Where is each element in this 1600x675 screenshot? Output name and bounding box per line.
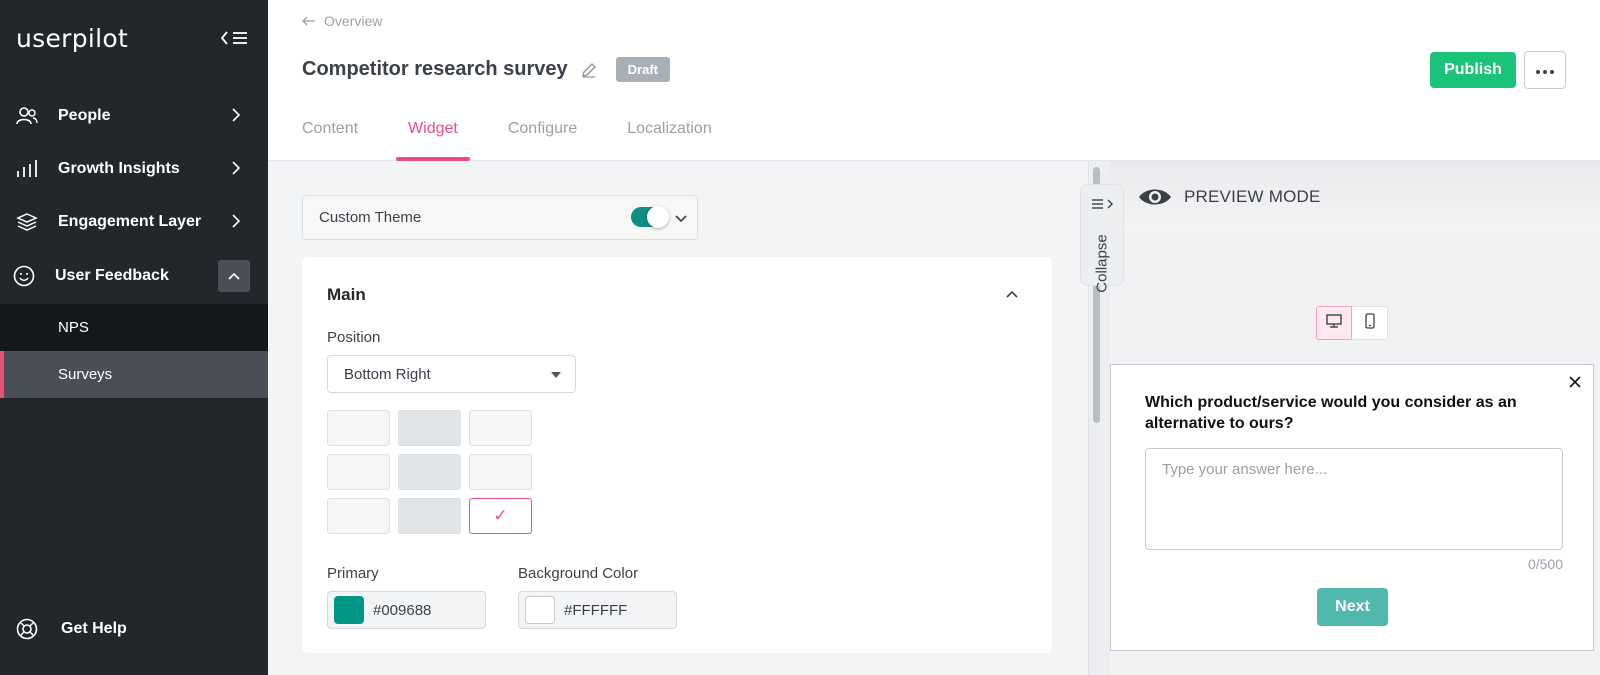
background-color-value: #FFFFFF — [564, 601, 628, 619]
chevron-right-icon — [232, 161, 241, 180]
page-title: Competitor research survey — [302, 58, 568, 80]
sidebar-subitem-surveys[interactable]: Surveys — [0, 351, 268, 398]
position-cell-top-right[interactable] — [469, 410, 532, 446]
pencil-icon[interactable] — [580, 61, 598, 79]
logo-row: userpilot — [16, 20, 252, 56]
desktop-icon — [1326, 313, 1342, 333]
desktop-view-button[interactable] — [1316, 306, 1352, 340]
position-grid: ✓ — [327, 410, 532, 534]
preview-panel: PREVIEW MODE Which product/service would… — [1110, 161, 1600, 675]
publish-button[interactable]: Publish — [1430, 52, 1516, 88]
tab-localization[interactable]: Localization — [615, 108, 724, 161]
primary-color-label: Primary — [327, 565, 379, 582]
custom-theme-bar[interactable]: Custom Theme — [302, 195, 698, 240]
tab-configure[interactable]: Configure — [496, 108, 589, 161]
position-cell-middle-center[interactable] — [398, 454, 461, 490]
sidebar-item-label: Engagement Layer — [58, 213, 202, 230]
layers-icon — [16, 211, 38, 233]
next-button[interactable]: Next — [1317, 588, 1388, 626]
tab-bar: Content Widget Configure Localization — [290, 108, 750, 161]
caret-down-icon — [551, 372, 561, 378]
chevron-up-icon[interactable] — [1006, 285, 1018, 303]
get-help-label: Get Help — [61, 620, 127, 637]
section-title: Main — [327, 285, 366, 304]
position-cell-top-center[interactable] — [398, 410, 461, 446]
survey-question: Which product/service would you consider… — [1145, 394, 1517, 432]
eye-icon — [1138, 186, 1172, 208]
chevron-right-icon — [232, 214, 241, 233]
toggle-knob — [647, 206, 669, 228]
sidebar-item-user-feedback[interactable]: User Feedback — [0, 250, 268, 302]
chevron-down-icon[interactable] — [675, 210, 687, 227]
sidebar-subitem-label: Surveys — [58, 366, 113, 383]
position-cell-bottom-right[interactable]: ✓ — [469, 498, 532, 534]
status-badge: Draft — [615, 57, 671, 82]
breadcrumb-label: Overview — [324, 13, 383, 29]
preview-mode-label: PREVIEW MODE — [1184, 187, 1321, 206]
background-color-swatch[interactable] — [525, 596, 555, 624]
breadcrumb[interactable]: Overview — [302, 13, 382, 29]
sidebar-item-label: Growth Insights — [58, 160, 180, 177]
primary-color-value: #009688 — [373, 601, 432, 619]
collapse-sidebar-icon[interactable] — [218, 26, 252, 50]
title-row: Competitor research survey Draft — [302, 57, 671, 82]
position-cell-bottom-left[interactable] — [327, 498, 390, 534]
chevron-right-icon — [232, 108, 241, 127]
sidebar-item-engagement-layer[interactable]: Engagement Layer — [0, 196, 268, 248]
people-icon — [16, 105, 38, 127]
userpilot-logo[interactable]: userpilot — [16, 24, 128, 53]
close-icon[interactable] — [1569, 375, 1581, 393]
custom-theme-toggle[interactable] — [631, 206, 669, 228]
checkmark-icon: ✓ — [493, 506, 508, 525]
sidebar-subitem-label: NPS — [58, 319, 89, 336]
widget-settings-panel: Custom Theme Main Position Bottom Right … — [268, 161, 1088, 675]
primary-color-swatch[interactable] — [334, 596, 364, 624]
smiley-icon — [13, 265, 35, 287]
survey-answer-input[interactable]: Type your answer here... — [1145, 448, 1563, 550]
sidebar-subitem-nps[interactable]: NPS — [0, 304, 268, 351]
sidebar-item-get-help[interactable]: Get Help — [0, 603, 268, 655]
sidebar-item-people[interactable]: People — [0, 90, 268, 142]
more-options-button[interactable] — [1524, 51, 1566, 89]
bar-chart-icon — [16, 158, 38, 180]
main-settings-card: Main Position Bottom Right ✓ Primary #00… — [302, 257, 1052, 653]
sidebar-item-label: User Feedback — [55, 267, 169, 284]
tab-content[interactable]: Content — [290, 108, 370, 161]
position-value: Bottom Right — [344, 365, 431, 383]
arrow-left-icon — [302, 13, 316, 29]
position-label: Position — [327, 329, 381, 346]
survey-widget: Which product/service would you consider… — [1110, 364, 1594, 651]
collapse-icon — [1091, 197, 1115, 215]
chevron-up-icon[interactable] — [218, 260, 250, 292]
position-select[interactable]: Bottom Right — [327, 355, 576, 393]
sidebar: userpilot People Growth Insights Engagem… — [0, 0, 268, 675]
collapse-label: Collapse — [1093, 234, 1111, 293]
position-cell-bottom-center[interactable] — [398, 498, 461, 534]
preview-mode-bar: PREVIEW MODE — [1110, 161, 1600, 233]
character-counter: 0/500 — [1527, 556, 1563, 572]
position-cell-middle-right[interactable] — [469, 454, 532, 490]
primary-color-field[interactable]: #009688 — [327, 591, 486, 629]
mobile-view-button[interactable] — [1352, 306, 1388, 340]
position-cell-top-left[interactable] — [327, 410, 390, 446]
mobile-icon — [1364, 312, 1375, 334]
collapse-panel-tab[interactable]: Collapse — [1080, 184, 1124, 293]
custom-theme-label: Custom Theme — [319, 209, 422, 226]
page-header: Overview Competitor research survey Draf… — [268, 0, 1600, 161]
background-color-label: Background Color — [518, 565, 639, 582]
tab-widget[interactable]: Widget — [396, 108, 470, 161]
device-toggle — [1316, 306, 1388, 340]
sidebar-item-label: People — [58, 107, 111, 124]
background-color-field[interactable]: #FFFFFF — [518, 591, 677, 629]
ellipsis-icon — [1536, 61, 1554, 79]
sidebar-item-growth-insights[interactable]: Growth Insights — [0, 143, 268, 195]
lifebuoy-icon — [16, 618, 38, 640]
position-cell-middle-left[interactable] — [327, 454, 390, 490]
